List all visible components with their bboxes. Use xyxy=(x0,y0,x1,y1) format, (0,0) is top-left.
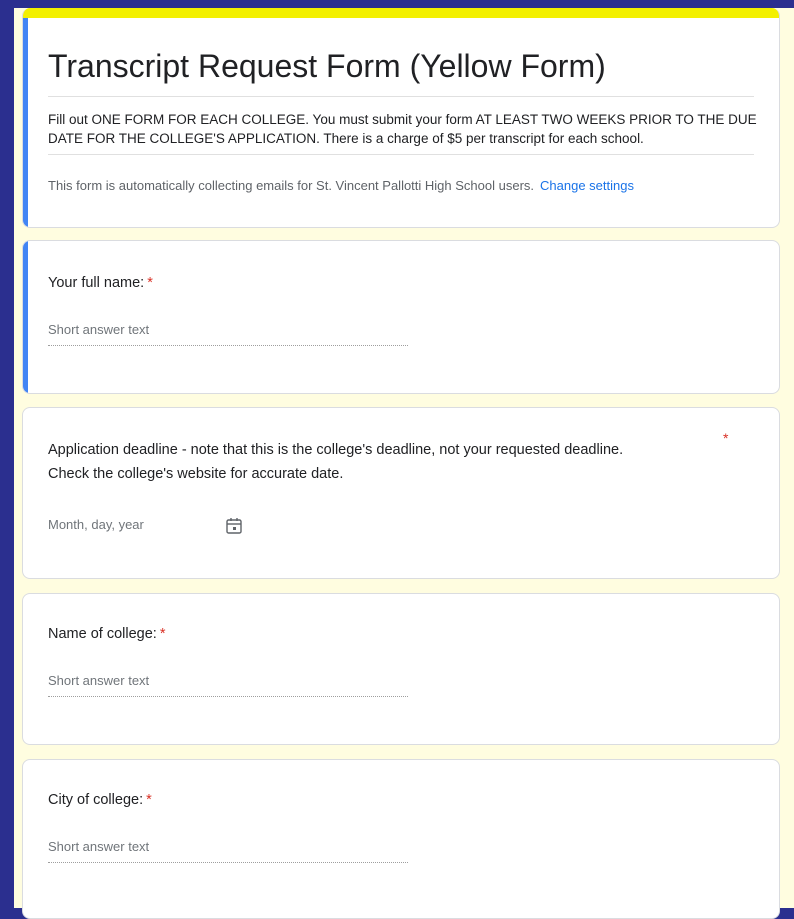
question-title-line-2: Check the college's website for accurate… xyxy=(48,466,344,482)
date-placeholder: Month, day, year xyxy=(48,517,144,532)
question-card-application-deadline[interactable]: Application deadline - note that this is… xyxy=(22,407,780,579)
required-asterisk: * xyxy=(723,430,729,446)
active-card-indicator xyxy=(23,18,28,227)
question-title-line-1: Application deadline - note that this is… xyxy=(48,442,624,458)
required-asterisk: * xyxy=(159,626,166,642)
email-collection-notice: This form is automatically collecting em… xyxy=(48,178,634,193)
question-title: City of college: xyxy=(48,792,144,808)
required-asterisk: * xyxy=(147,275,153,291)
title-divider xyxy=(48,96,754,97)
question-card-college-city[interactable]: City of college: * Short answer text xyxy=(22,759,780,919)
date-field[interactable]: Month, day, year xyxy=(48,514,258,540)
short-answer-field[interactable]: Short answer text xyxy=(48,670,408,697)
question-label: Name of college: * xyxy=(48,622,165,646)
question-card-full-name[interactable]: Your full name: * Short answer text xyxy=(22,240,780,394)
question-label: Your full name: * xyxy=(48,271,153,295)
question-card-college-name[interactable]: Name of college: * Short answer text xyxy=(22,593,780,745)
form-title[interactable]: Transcript Request Form (Yellow Form) xyxy=(48,48,606,85)
required-asterisk: * xyxy=(146,792,152,808)
short-answer-field[interactable]: Short answer text xyxy=(48,319,408,346)
calendar-icon[interactable] xyxy=(224,516,244,536)
question-title: Name of college: xyxy=(48,626,157,642)
short-answer-field[interactable]: Short answer text xyxy=(48,836,408,863)
form-description[interactable]: Fill out ONE FORM FOR EACH COLLEGE. You … xyxy=(48,110,758,148)
email-notice-text: This form is automatically collecting em… xyxy=(48,178,535,193)
active-question-indicator xyxy=(23,241,28,393)
form-header-card: Transcript Request Form (Yellow Form) Fi… xyxy=(22,8,780,228)
change-settings-link[interactable]: Change settings xyxy=(540,178,634,193)
form-canvas: Transcript Request Form (Yellow Form) Fi… xyxy=(14,8,794,919)
description-divider xyxy=(48,154,754,155)
question-label: City of college: * xyxy=(48,788,152,812)
question-title: Your full name: xyxy=(48,275,145,291)
header-color-bar xyxy=(23,8,779,18)
question-label: Application deadline - note that this is… xyxy=(48,438,708,486)
